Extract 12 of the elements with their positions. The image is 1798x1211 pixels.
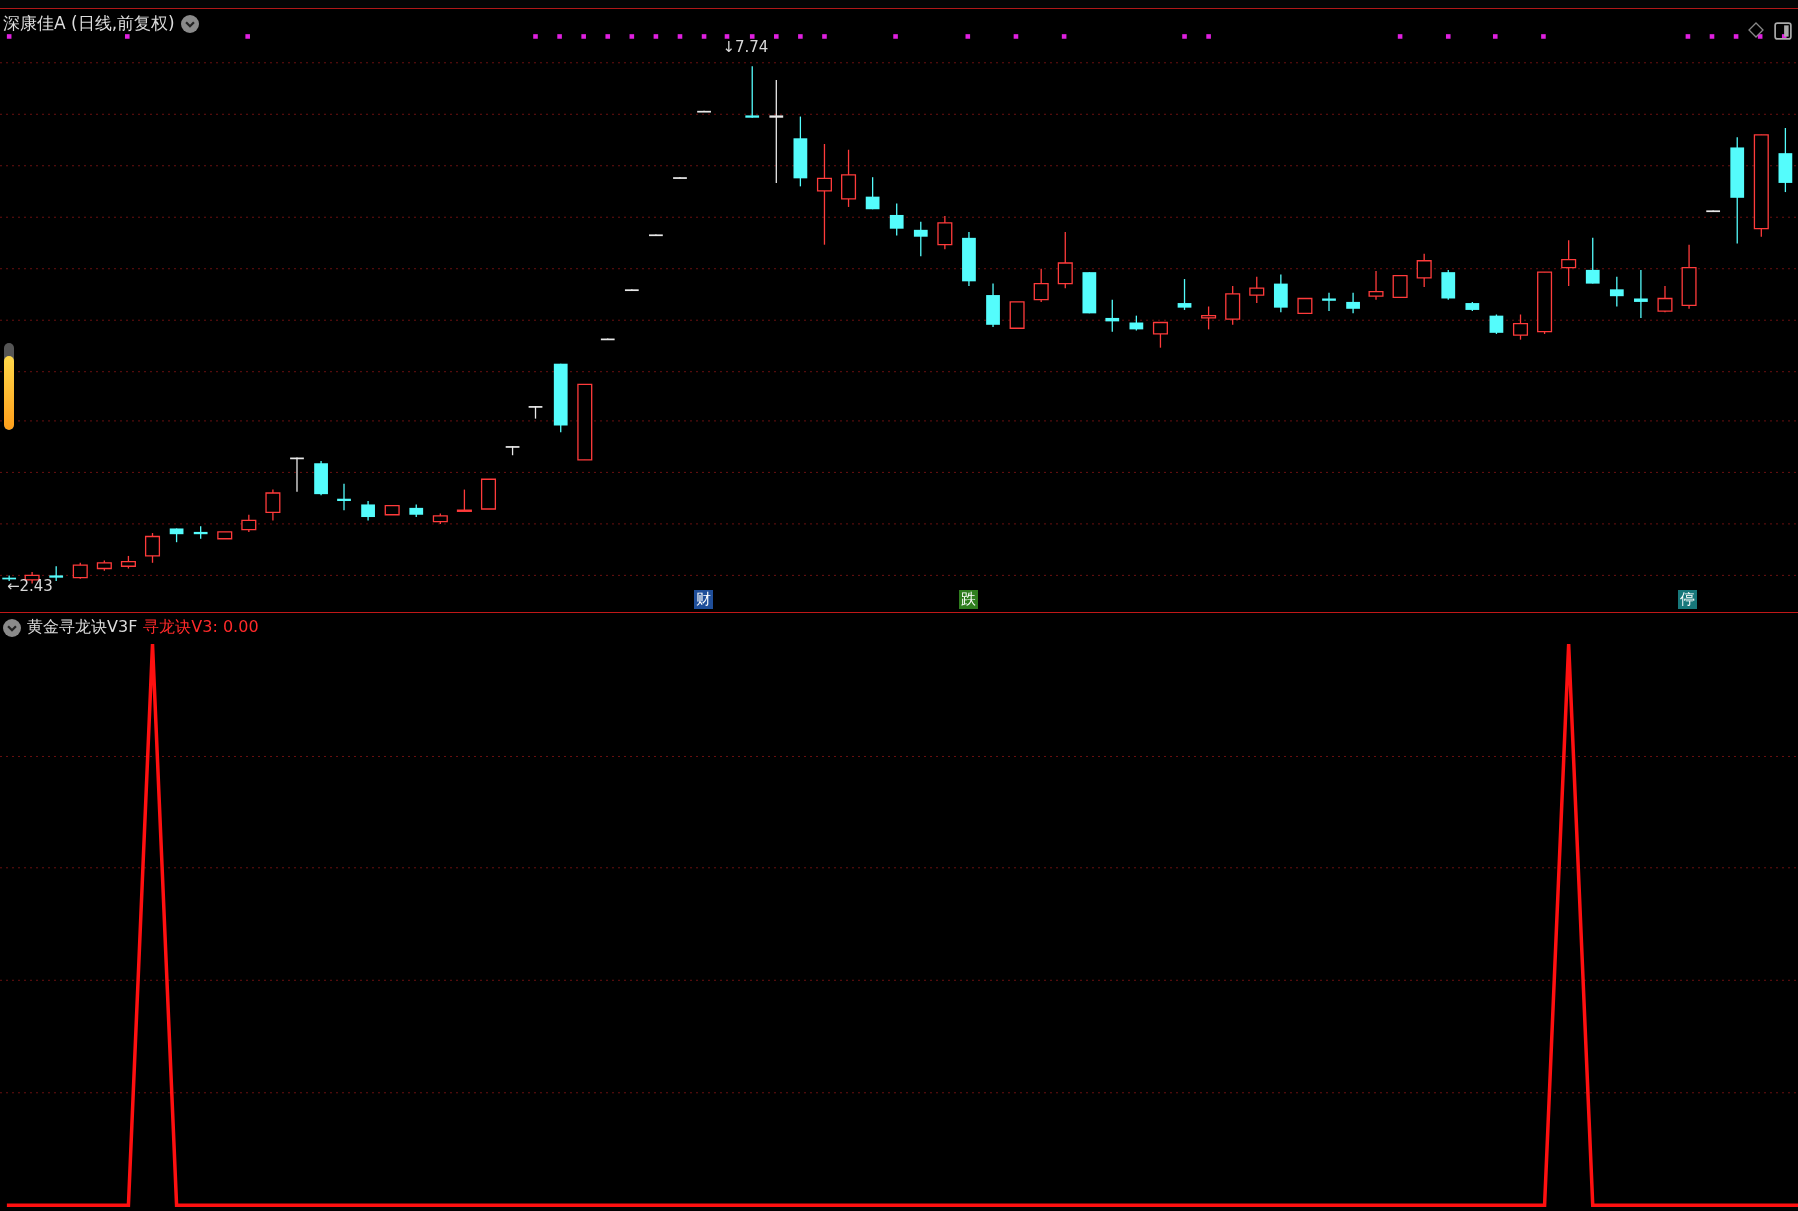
- chevron-down-icon[interactable]: [180, 14, 199, 33]
- high-price-label: ↓7.74: [722, 37, 769, 56]
- event-marker[interactable]: 停: [1677, 590, 1697, 609]
- event-marker[interactable]: 财: [693, 590, 713, 609]
- diamond-icon[interactable]: [1748, 22, 1764, 38]
- event-marker[interactable]: 跌: [958, 590, 978, 609]
- chart-title: 深康佳A (日线,前复权): [3, 12, 175, 35]
- panel-toggle-icon[interactable]: [1774, 22, 1792, 40]
- chevron-down-icon[interactable]: [3, 618, 21, 637]
- low-price-label: ←2.43: [6, 576, 53, 595]
- indicator-name: 黄金寻龙诀V3F: [27, 617, 138, 638]
- indicator-reading: 寻龙诀V3: 0.00: [143, 617, 259, 638]
